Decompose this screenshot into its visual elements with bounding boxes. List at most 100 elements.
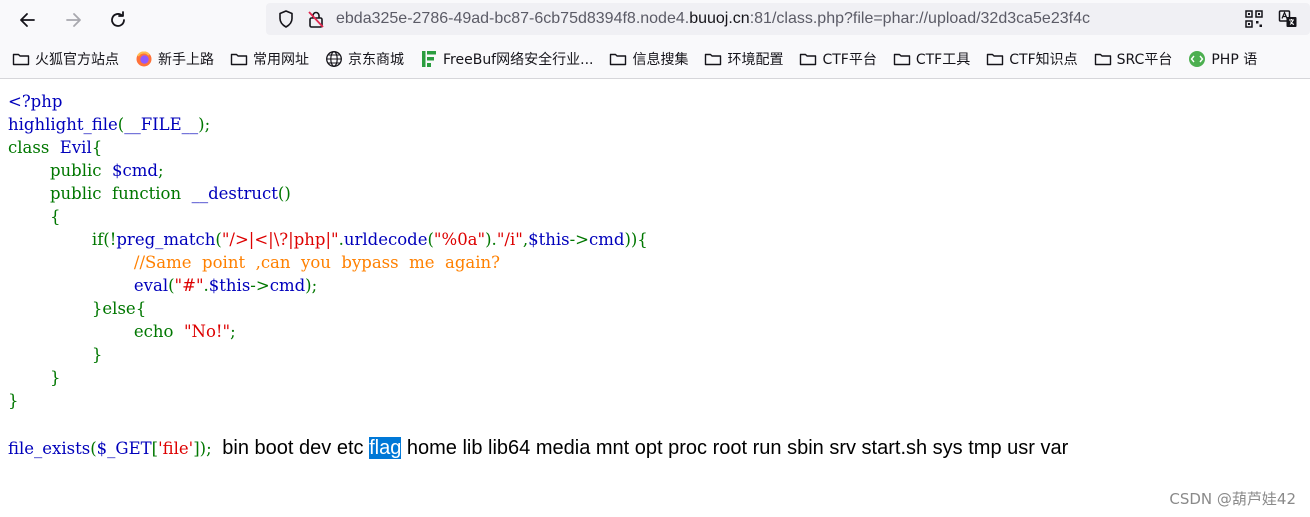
code-token: 'file': [158, 439, 194, 458]
bookmark-item[interactable]: CTF工具: [893, 49, 970, 69]
code-token: if(!: [91, 230, 117, 249]
reload-button[interactable]: [103, 5, 133, 35]
code-token: cmd: [269, 276, 306, 295]
code-token: urldecode: [343, 230, 428, 249]
file-exists-code: file_exists($_GET['file']);: [8, 439, 212, 458]
code-token: }: [49, 368, 61, 387]
insecure-lock-icon[interactable]: [306, 9, 326, 29]
code-comment: //Same point ,can you bypass me again?: [133, 253, 500, 272]
code-token: cmd: [588, 230, 625, 249]
shield-icon[interactable]: [276, 9, 296, 29]
bookmark-label: 新手上路: [158, 52, 214, 68]
code-token: (): [277, 184, 291, 203]
folder-icon: [987, 53, 1004, 66]
code-token: public: [49, 161, 107, 180]
bookmark-item[interactable]: FreeBuf网络安全行业...: [420, 49, 593, 69]
folder-icon: [800, 53, 817, 66]
code-token: );: [305, 276, 318, 295]
bookmark-label: 火狐官方站点: [35, 52, 119, 68]
code-token: Evil: [59, 138, 92, 157]
code-token: "/i": [496, 230, 523, 249]
url-bar[interactable]: ebda325e-2786-49ad-bc87-6cb75d8394f8.nod…: [266, 3, 1310, 35]
arrow-left-icon: [20, 13, 35, 27]
csdn-watermark: CSDN @葫芦娃42: [1169, 490, 1296, 508]
code-token: );: [198, 115, 211, 134]
bookmark-item[interactable]: CTF知识点: [986, 49, 1078, 69]
code-token: ->: [250, 276, 270, 295]
bookmark-item[interactable]: 火狐官方站点: [12, 49, 119, 69]
bookmark-item[interactable]: 新手上路: [135, 49, 214, 69]
selected-text[interactable]: flag: [369, 437, 402, 459]
output-line: file_exists($_GET['file']); bin boot dev…: [8, 436, 1068, 460]
source-code: <?php highlight_file(__FILE__); class Ev…: [8, 90, 648, 412]
folder-icon: [230, 53, 248, 66]
code-token: __FILE__: [124, 115, 199, 134]
code-token: {: [49, 207, 61, 226]
bookmark-item[interactable]: CTF平台: [799, 49, 877, 69]
bookmark-item[interactable]: PHP 语: [1188, 49, 1257, 69]
folder-icon: [1094, 53, 1111, 66]
bookmark-item[interactable]: 常用网址: [230, 49, 309, 69]
bookmark-item[interactable]: 环境配置: [704, 49, 783, 69]
folder-icon: [893, 53, 911, 66]
php-icon: [1189, 51, 1206, 67]
code-token: "#": [174, 276, 204, 295]
bookmarks-toolbar: 火狐官方站点 新手上路 常用网址 京东商城 FreeBuf网络安全行业... 信…: [0, 40, 1310, 79]
code-token: $this: [528, 230, 570, 249]
code-token: "/>|<|\?|php|": [221, 230, 339, 249]
freebuf-icon: [422, 51, 436, 67]
bookmark-label: PHP 语: [1211, 52, 1258, 68]
code-token: $cmd: [112, 161, 158, 180]
browser-toolbar: ebda325e-2786-49ad-bc87-6cb75d8394f8.nod…: [0, 0, 1310, 40]
globe-icon: [326, 51, 342, 67]
code-token: $_GET: [96, 439, 152, 458]
code-token: "%0a": [433, 230, 486, 249]
code-token: public: [49, 184, 107, 203]
back-button[interactable]: [13, 5, 43, 35]
bookmark-label: SRC平台: [1116, 52, 1173, 68]
code-token: }: [8, 391, 19, 410]
url-text[interactable]: ebda325e-2786-49ad-bc87-6cb75d8394f8.nod…: [336, 10, 1216, 28]
url-prefix: ebda325e-2786-49ad-bc87-6cb75d8394f8.nod…: [336, 10, 690, 27]
listing-text-before: bin boot dev etc: [222, 437, 370, 459]
code-token: preg_match: [116, 230, 216, 249]
arrow-right-icon: [66, 13, 81, 27]
listing-text-after: home lib lib64 media mnt opt proc root r…: [401, 437, 1069, 459]
code-token: ->: [569, 230, 589, 249]
code-token: }: [91, 345, 103, 364]
code-token: echo: [133, 322, 179, 341]
code-token: highlight_file: [8, 115, 118, 134]
firefox-icon: [136, 51, 152, 67]
code-token: }else{: [91, 299, 147, 318]
qr-code-icon[interactable]: [1244, 9, 1264, 29]
url-host: buuoj.cn: [689, 10, 750, 27]
bookmark-item[interactable]: 京东商城: [325, 49, 404, 69]
bookmark-item[interactable]: SRC平台: [1094, 49, 1173, 69]
bookmark-label: 环境配置: [727, 52, 784, 68]
php-source: <?php highlight_file(__FILE__); class Ev…: [8, 90, 648, 412]
code-token: __destruct: [191, 184, 278, 203]
bookmark-label: 常用网址: [253, 52, 309, 68]
bookmark-label: FreeBuf网络安全行业...: [443, 52, 594, 68]
code-token: ;: [157, 161, 164, 180]
code-token: ;: [230, 322, 236, 341]
forward-button[interactable]: [58, 5, 88, 35]
bookmark-label: CTF知识点: [1009, 52, 1078, 68]
code-token: class: [8, 138, 55, 157]
code-token: file_exists: [8, 439, 91, 458]
folder-icon: [610, 53, 627, 66]
code-token: ).: [485, 230, 497, 249]
translate-icon[interactable]: [1278, 9, 1298, 29]
bookmark-label: 京东商城: [348, 52, 404, 68]
code-token: "No!": [183, 322, 231, 341]
directory-listing[interactable]: bin boot dev etc flag home lib lib64 med…: [217, 437, 1069, 459]
reload-icon: [111, 11, 125, 27]
code-token: $this: [208, 276, 251, 295]
bookmark-item[interactable]: 信息搜集: [609, 49, 688, 69]
url-suffix: :81/class.php?file=phar://upload/32d3ca5…: [749, 10, 1090, 27]
code-token: <?php: [8, 92, 63, 111]
bookmark-label: CTF平台: [822, 52, 877, 68]
code-token: function: [112, 184, 187, 203]
bookmark-label: 信息搜集: [632, 52, 689, 68]
bookmark-label: CTF工具: [915, 52, 971, 68]
